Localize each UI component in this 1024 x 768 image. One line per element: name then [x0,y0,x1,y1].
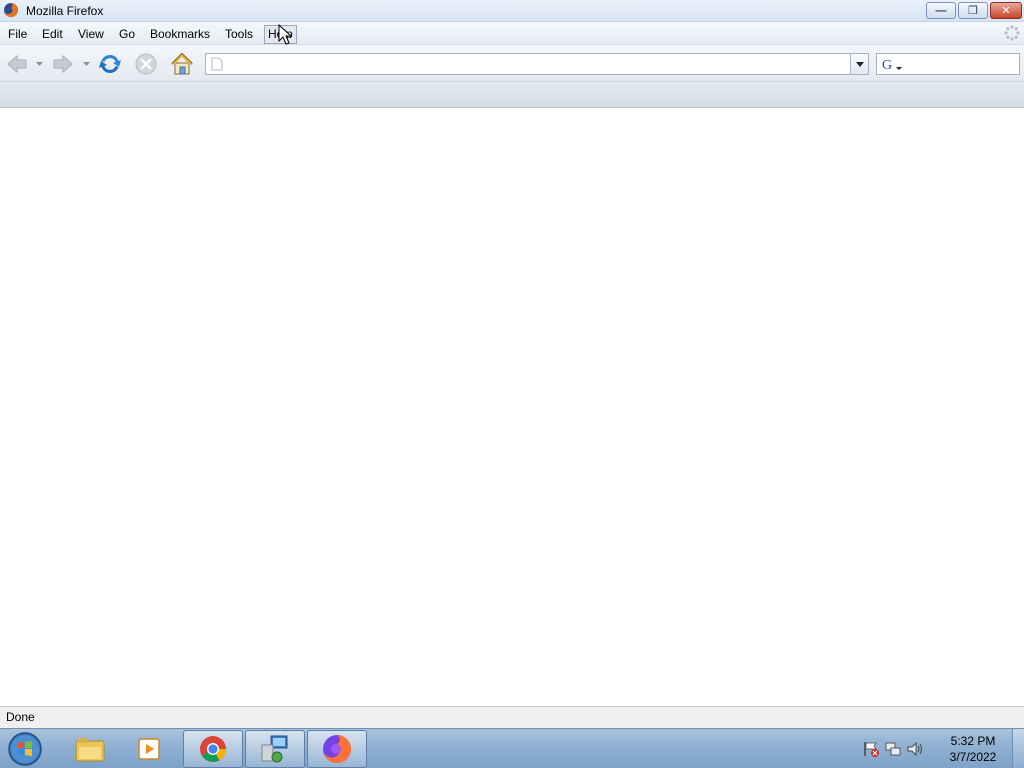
taskbar-media-player[interactable] [120,730,180,768]
volume-icon[interactable] [906,740,924,758]
system-tray [862,737,924,761]
taskbar-remote-desktop[interactable] [245,730,305,768]
taskbar-chrome[interactable] [183,730,243,768]
remote-desktop-icon [261,735,288,763]
page-content[interactable] [0,108,1024,706]
back-icon[interactable] [4,51,30,77]
chevron-down-icon [855,61,864,67]
search-input[interactable] [905,56,1015,72]
menu-bookmarks[interactable]: Bookmarks [147,26,213,42]
search-bar[interactable]: G [876,53,1020,75]
menu-file[interactable]: File [5,26,30,42]
firefox-icon [323,735,352,763]
network-icon[interactable] [884,740,902,758]
start-icon[interactable] [4,730,46,768]
clock-time: 5:32 PM [950,734,996,748]
bookmarks-toolbar [0,82,1024,108]
google-icon[interactable]: G [881,56,903,72]
forward-dropdown-icon[interactable] [83,62,90,66]
minimize-button[interactable]: — [926,2,956,19]
reload-icon[interactable] [97,51,123,77]
menu-edit[interactable]: Edit [39,26,66,42]
address-bar[interactable] [205,53,869,75]
show-desktop-button[interactable] [1012,729,1024,768]
taskbar-clock[interactable]: 5:32 PM 3/7/2022 [940,733,1006,765]
menu-go[interactable]: Go [116,26,138,42]
chrome-icon [200,736,227,762]
firefox-icon [4,2,19,17]
file-explorer-icon [75,738,105,762]
menu-bar: File Edit View Go Bookmarks Tools Help [0,22,1024,45]
address-dropdown-button[interactable] [850,54,868,74]
stop-icon[interactable] [133,51,159,77]
back-dropdown-icon[interactable] [36,62,43,66]
title-bar[interactable]: Mozilla Firefox — ❐ ✕ [0,0,1024,22]
taskbar: 5:32 PM 3/7/2022 [0,728,1024,768]
navigation-toolbar: G [0,45,1024,82]
home-icon[interactable] [169,51,195,77]
throbber-icon [1004,25,1020,41]
menu-tools[interactable]: Tools [222,26,256,42]
menu-view[interactable]: View [75,26,107,42]
media-player-icon [138,738,160,760]
page-icon [211,57,223,71]
taskbar-firefox[interactable] [307,730,367,768]
status-bar: Done [0,706,1024,728]
address-input[interactable] [228,56,848,72]
action-center-flag-icon[interactable] [862,740,880,758]
window-title: Mozilla Firefox [26,4,104,18]
clock-date: 3/7/2022 [949,750,997,764]
restore-button[interactable]: ❐ [958,2,988,19]
restore-icon: ❐ [968,5,978,17]
minimize-icon: — [935,4,947,17]
mouse-pointer-icon [278,24,293,45]
close-button[interactable]: ✕ [990,2,1022,19]
svg-text:G: G [882,58,892,72]
close-icon: ✕ [1001,5,1011,17]
taskbar-file-explorer[interactable] [60,730,120,768]
forward-icon[interactable] [50,51,76,77]
status-text: Done [6,710,35,724]
